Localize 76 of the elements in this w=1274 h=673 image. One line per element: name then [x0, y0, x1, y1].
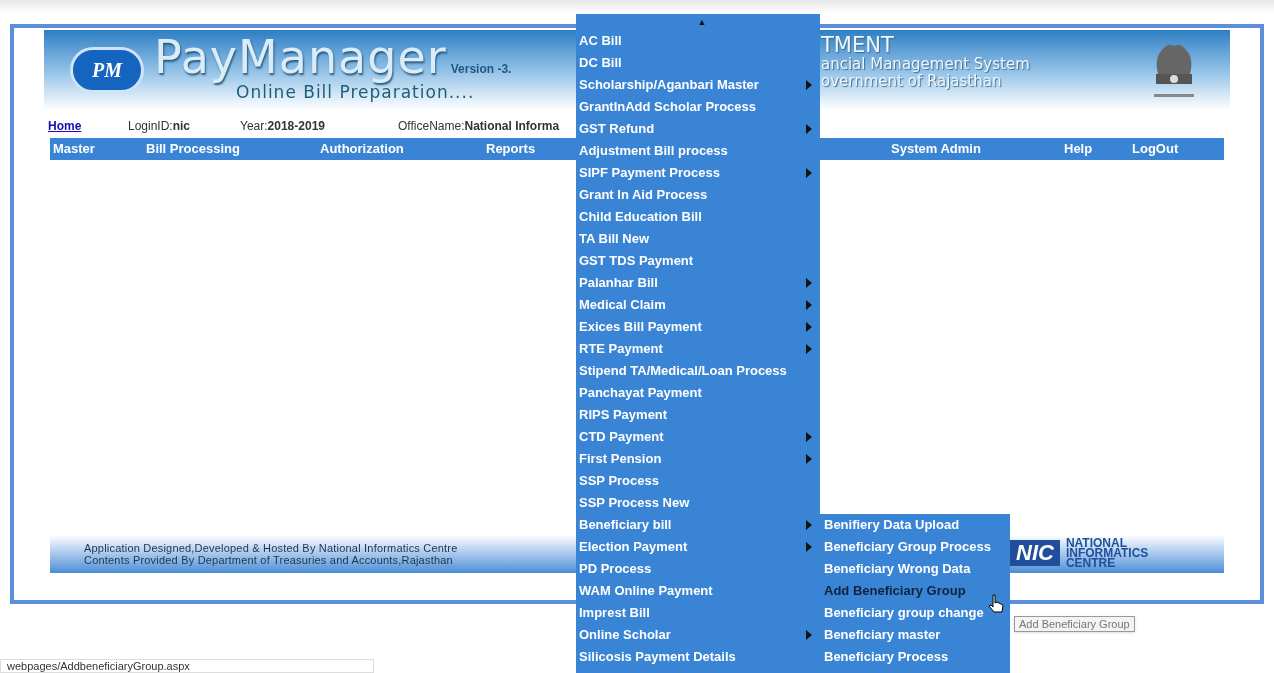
nic-logo: NIC: [1010, 540, 1060, 566]
submenu-arrow-icon: [806, 168, 812, 178]
submenu-arrow-icon: [806, 344, 812, 354]
app-subtitle: Online Bill Preparation....: [236, 82, 476, 105]
submenu-arrow-icon: [806, 322, 812, 332]
submenu-arrow-icon: [806, 432, 812, 442]
submenu-arrow-icon: [806, 80, 812, 90]
nic-name: INFORMATICS: [1065, 548, 1149, 558]
department-title: TMENT: [821, 34, 895, 56]
submenu-item[interactable]: Beneficiary Wrong Data: [820, 558, 1010, 580]
submenu-arrow-icon: [806, 300, 812, 310]
department-subtitle: ancial Management System: [821, 56, 1030, 73]
menu-item[interactable]: GST TDS Payment: [576, 250, 820, 272]
office-name: OfficeName:National Informa: [398, 118, 560, 135]
menu-item[interactable]: Online Scholar: [576, 624, 820, 646]
menu-item[interactable]: AC Bill: [576, 30, 820, 52]
login-id: LoginID:nic: [128, 118, 192, 135]
menu-item[interactable]: Election Payment: [576, 536, 820, 558]
menu-item[interactable]: RIPS Payment: [576, 404, 820, 426]
submenu-arrow-icon: [806, 278, 812, 288]
submenu-item[interactable]: Beneficiary group change: [820, 602, 1010, 624]
submenu-item[interactable]: Add Beneficiary Group: [820, 580, 1010, 602]
submenu-item[interactable]: Benifiery Data Upload: [820, 514, 1010, 536]
menu-item[interactable]: Adjustment Bill process: [576, 140, 820, 162]
submenu-item[interactable]: Beneficiary Process: [820, 646, 1010, 668]
home-link[interactable]: Home: [48, 117, 128, 135]
menu-item[interactable]: Silicosis Payment Details: [576, 646, 820, 668]
menu-item[interactable]: DC Bill: [576, 52, 820, 74]
footer-text: Contents Provided By Department of Treasuries and Accounts,Rajasthan: [84, 554, 454, 566]
nav-item[interactable]: System Admin: [891, 139, 1064, 159]
app-title: PayManager: [154, 34, 447, 81]
menu-item[interactable]: WAM Online Payment: [576, 580, 820, 602]
hand-cursor-icon: [988, 594, 1004, 614]
submenu-item[interactable]: Beneficiary master: [820, 624, 1010, 646]
nav-item[interactable]: Authorization: [317, 139, 483, 159]
menu-item[interactable]: SIPF Payment Process: [576, 162, 820, 184]
menu-item[interactable]: TA Bill New: [576, 228, 820, 250]
menu-item[interactable]: PD Process: [576, 558, 820, 580]
tooltip: Add Beneficiary Group: [1014, 616, 1135, 632]
submenu-item[interactable]: Beneficiary Group Process: [820, 536, 1010, 558]
menu-item[interactable]: First Pension: [576, 448, 820, 470]
version-label: Version -3.: [450, 61, 512, 79]
submenu-arrow-icon: [806, 454, 812, 464]
menu-item[interactable]: Medical Claim: [576, 294, 820, 316]
submenu-arrow-icon: [806, 542, 812, 552]
status-bar: webpages/AddbeneficiaryGroup.aspx: [0, 659, 374, 673]
menu-item[interactable]: Scholarship/Aganbari Master: [576, 74, 820, 96]
menu-item[interactable]: Palanhar Bill: [576, 272, 820, 294]
menu-item[interactable]: SSP Process: [576, 470, 820, 492]
menu-item[interactable]: Stipend TA/Medical/Loan Process: [576, 360, 820, 382]
menu-item[interactable]: CTD Payment: [576, 426, 820, 448]
menu-item[interactable]: GrantInAdd Scholar Process: [576, 96, 820, 118]
year-label: Year:2018-2019: [240, 118, 326, 135]
menu-item[interactable]: SSP Process New: [576, 492, 820, 514]
menu-item[interactable]: Exices Bill Payment: [576, 316, 820, 338]
pm-logo: PM: [70, 47, 144, 93]
nav-item[interactable]: Reports: [483, 139, 576, 159]
submenu-arrow-icon: [806, 124, 812, 134]
menu-item[interactable]: GST Refund: [576, 118, 820, 140]
department-subtitle: overnment of Rajasthan: [821, 73, 1003, 90]
menu-item[interactable]: Beneficiary bill: [576, 514, 820, 536]
nav-item[interactable]: LogOut: [1132, 139, 1212, 159]
menu-item[interactable]: Child Education Bill: [576, 206, 820, 228]
nav-item[interactable]: Master: [50, 139, 143, 159]
nav-item[interactable]: Help: [1064, 139, 1132, 159]
scroll-up-arrow[interactable]: ▲: [697, 14, 707, 30]
nic-name: NATIONAL: [1065, 538, 1128, 548]
menu-item[interactable]: Imprest Bill: [576, 602, 820, 624]
menu-item[interactable]: Panchayat Payment: [576, 382, 820, 404]
submenu-arrow-icon: [806, 630, 812, 640]
submenu-arrow-icon: [806, 520, 812, 530]
menu-item[interactable]: RTE Payment: [576, 338, 820, 360]
menu-item[interactable]: Grant In Aid Process: [576, 184, 820, 206]
nic-name: CENTRE: [1065, 558, 1116, 568]
nav-item[interactable]: Bill Processing: [143, 139, 317, 159]
footer-text: Application Designed,Developed & Hosted By National Informatics Centre: [84, 542, 459, 554]
